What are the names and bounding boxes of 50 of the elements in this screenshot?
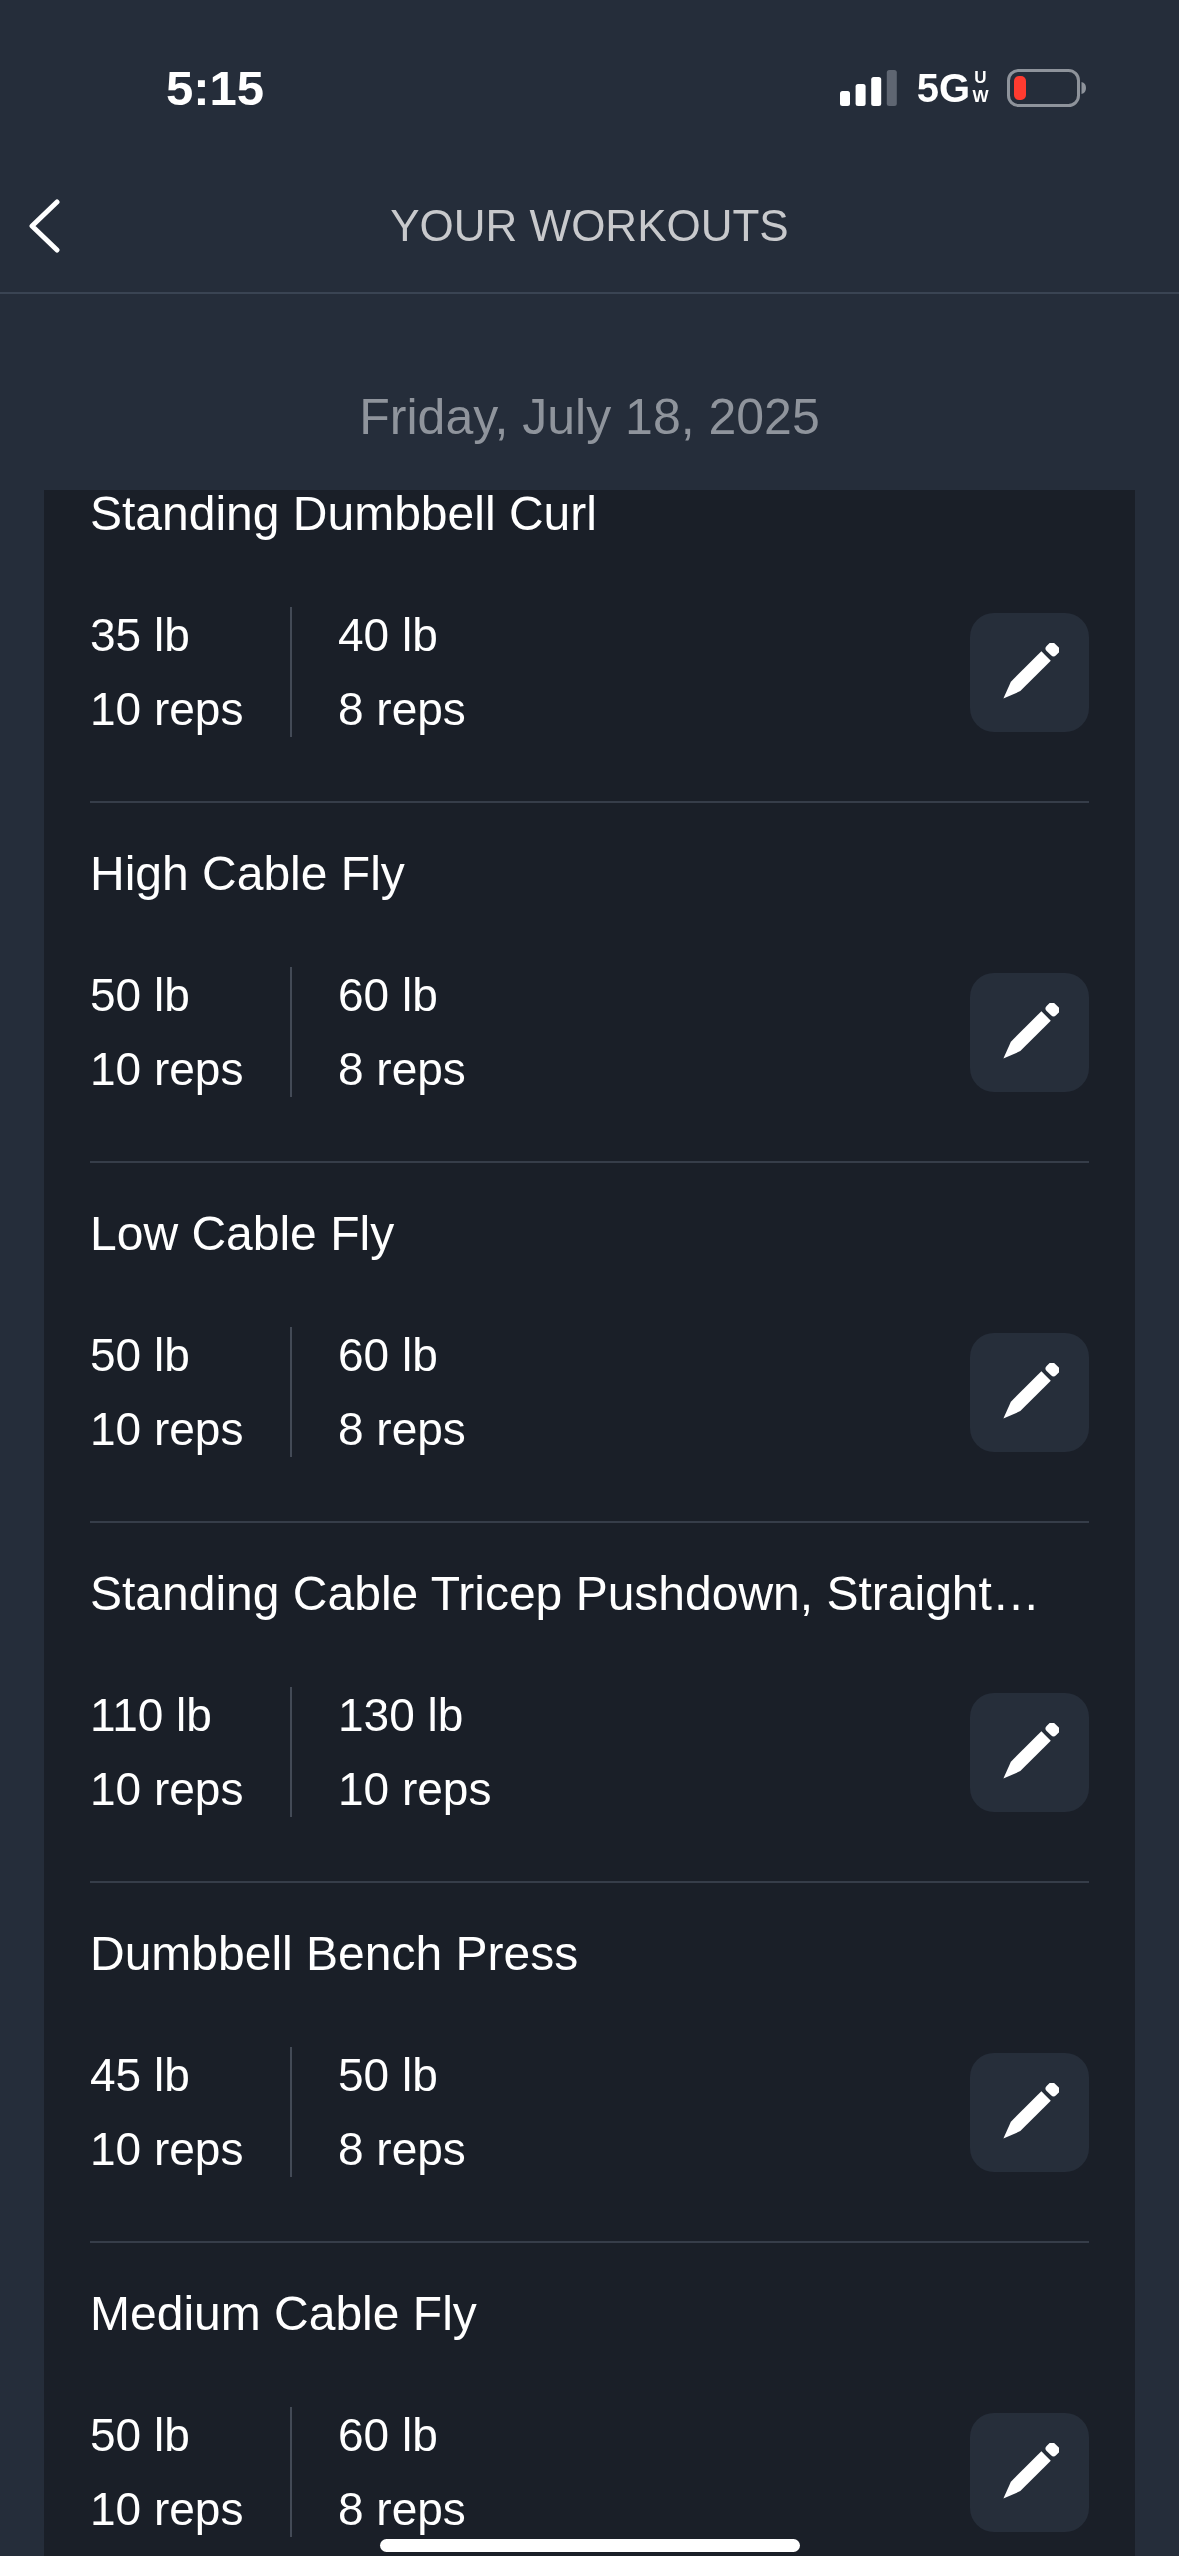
exercise-title: High Cable Fly — [90, 850, 406, 898]
set-reps: 10 reps — [90, 682, 244, 737]
edit-button[interactable] — [970, 1692, 1089, 1812]
pencil-icon — [1000, 1003, 1059, 1061]
set-reps: 8 reps — [338, 682, 466, 737]
edit-button[interactable] — [970, 972, 1089, 1092]
set-weight: 45 lb — [90, 2048, 190, 2103]
edit-button[interactable] — [970, 2412, 1089, 2532]
set-weight: 60 lb — [338, 2408, 438, 2463]
network-label: 5G — [916, 66, 970, 110]
set-weight: 40 lb — [338, 608, 438, 663]
network-tag: UW — [972, 69, 989, 107]
set-weight: 110 lb — [90, 1688, 212, 1743]
edit-button[interactable] — [970, 612, 1089, 732]
pencil-icon — [1000, 2083, 1059, 2141]
screen-title: YOUR WORKOUTS — [390, 200, 789, 252]
edit-button[interactable] — [970, 2052, 1089, 2172]
pencil-icon — [1000, 2443, 1059, 2501]
edit-button[interactable] — [970, 1332, 1089, 1452]
set-reps: 8 reps — [338, 1402, 466, 1457]
set-weight: 130 lb — [338, 1688, 464, 1743]
set-weight: 50 lb — [90, 968, 190, 1023]
date-heading: Friday, July 18, 2025 — [359, 388, 820, 446]
pencil-icon — [1000, 1723, 1059, 1781]
set-weight: 50 lb — [90, 1328, 190, 1383]
set-reps: 8 reps — [338, 2122, 466, 2177]
set-weight: 60 lb — [338, 1328, 438, 1383]
set-reps: 8 reps — [338, 1042, 466, 1097]
exercise-title: Standing Cable Tricep Pushdown, Straight… — [90, 1570, 1041, 1618]
exercise-title: Standing Dumbbell Curl — [90, 490, 598, 538]
set-reps: 10 reps — [90, 1042, 244, 1097]
set-reps: 10 reps — [338, 1762, 492, 1817]
set-weight: 35 lb — [90, 608, 190, 663]
set-reps: 10 reps — [90, 1402, 244, 1457]
set-weight: 50 lb — [338, 2048, 438, 2103]
status-time: 5:15 — [166, 60, 265, 116]
set-reps: 10 reps — [90, 1762, 244, 1817]
exercise-title: Low Cable Fly — [90, 1210, 396, 1258]
exercise-title: Dumbbell Bench Press — [90, 1930, 580, 1978]
set-reps: 8 reps — [338, 2482, 466, 2537]
signal-icon — [839, 70, 897, 106]
set-weight: 60 lb — [338, 968, 438, 1023]
set-reps: 10 reps — [90, 2122, 244, 2177]
pencil-icon — [1000, 1363, 1059, 1421]
set-weight: 50 lb — [90, 2408, 190, 2463]
exercise-title: Medium Cable Fly — [90, 2290, 478, 2338]
battery-low-icon — [1007, 69, 1087, 107]
set-reps: 10 reps — [90, 2482, 244, 2537]
pencil-icon — [1000, 643, 1059, 701]
back-button[interactable] — [27, 199, 61, 253]
